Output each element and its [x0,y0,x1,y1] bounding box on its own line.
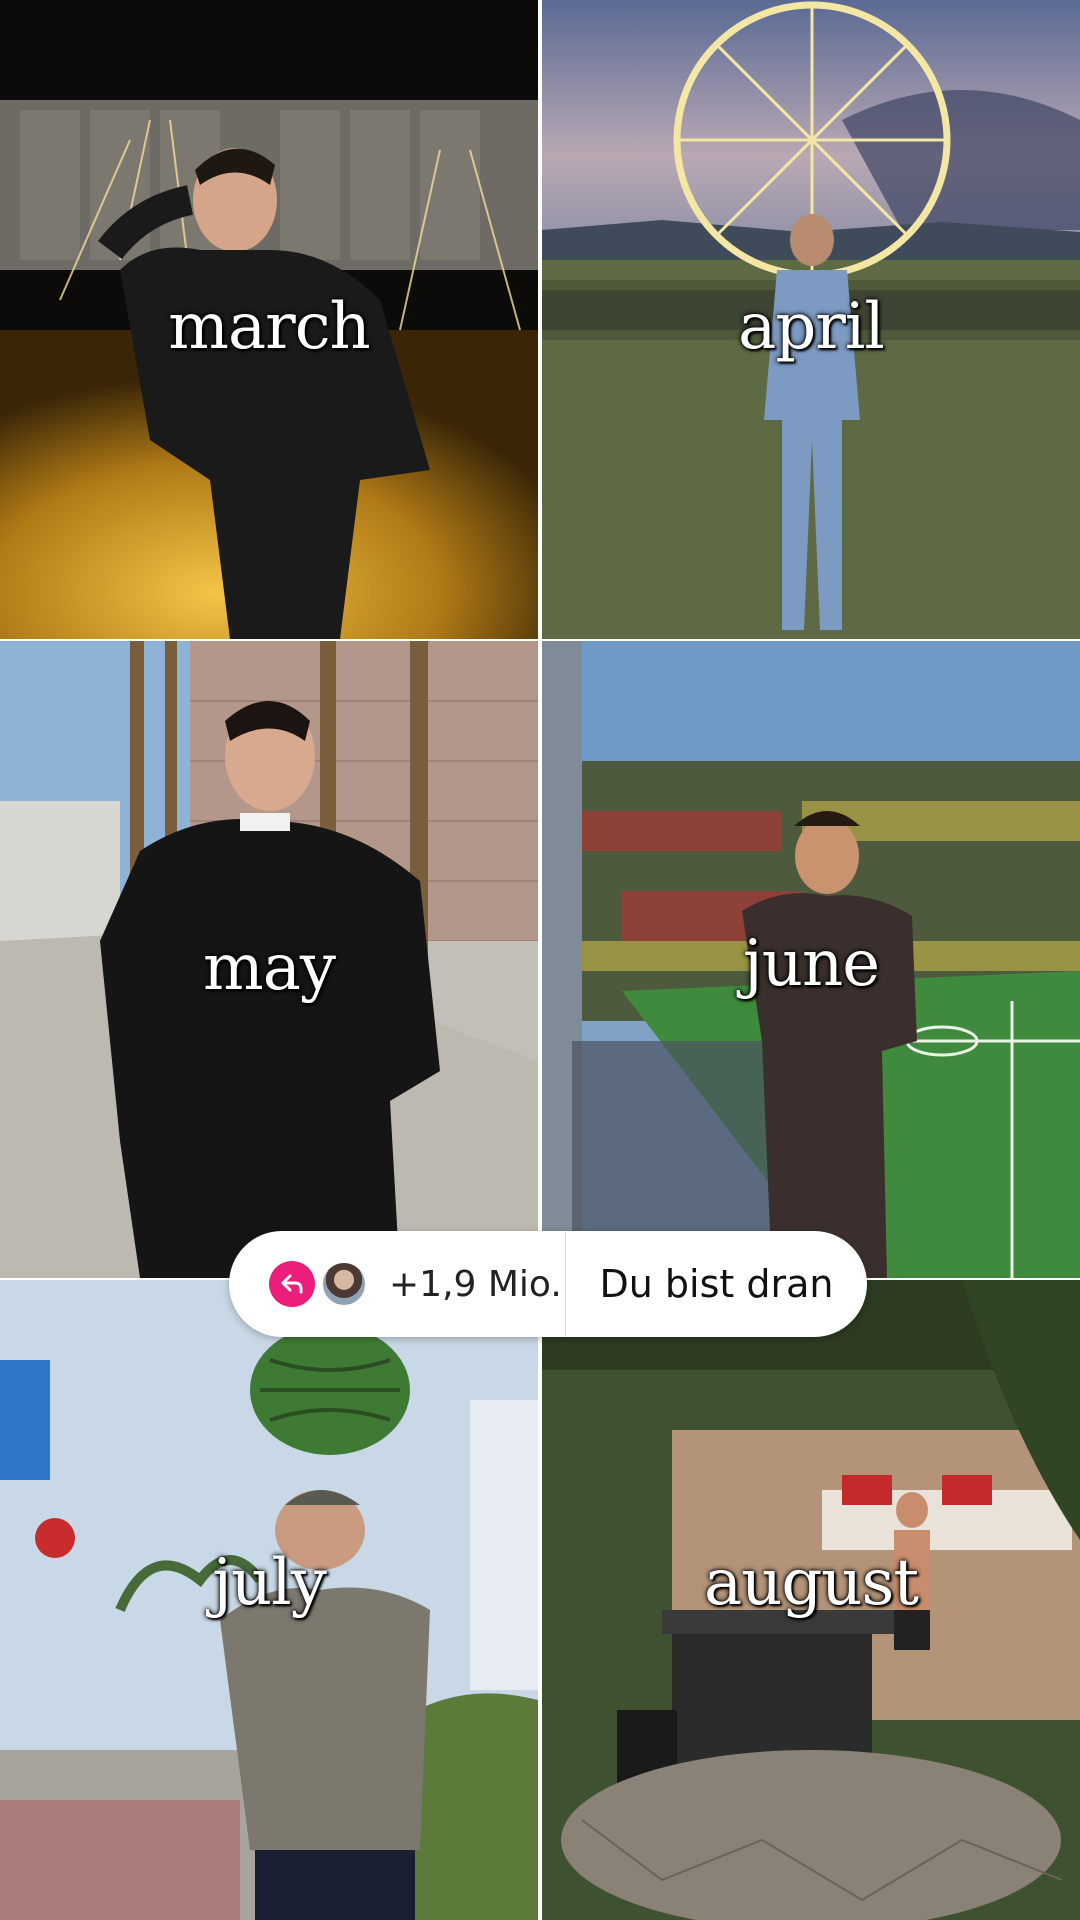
photo-tile-march: march [0,0,538,639]
avatar [321,1261,367,1307]
reply-stats[interactable]: +1,9 Mio. [229,1231,565,1337]
photo-tile-june: june [542,641,1080,1278]
tile-label-may: may [203,931,336,1005]
tile-label-april: april [738,290,885,364]
your-turn-button[interactable]: Du bist dran [566,1262,867,1306]
tile-label-july: july [212,1546,327,1620]
photo-tile-may: may [0,641,538,1278]
reply-bar: +1,9 Mio. Du bist dran [229,1231,867,1337]
tile-label-august: august [703,1546,919,1620]
photo-tile-april: april [542,0,1080,639]
reply-count: +1,9 Mio. [389,1263,562,1305]
tile-label-june: june [742,927,880,1001]
photo-collage: march april may june july august [0,0,1080,1920]
photo-tile-july: july [0,1280,538,1920]
reply-arrow-icon[interactable] [269,1261,315,1307]
photo-tile-august: august [542,1280,1080,1920]
tile-label-march: march [168,290,371,364]
